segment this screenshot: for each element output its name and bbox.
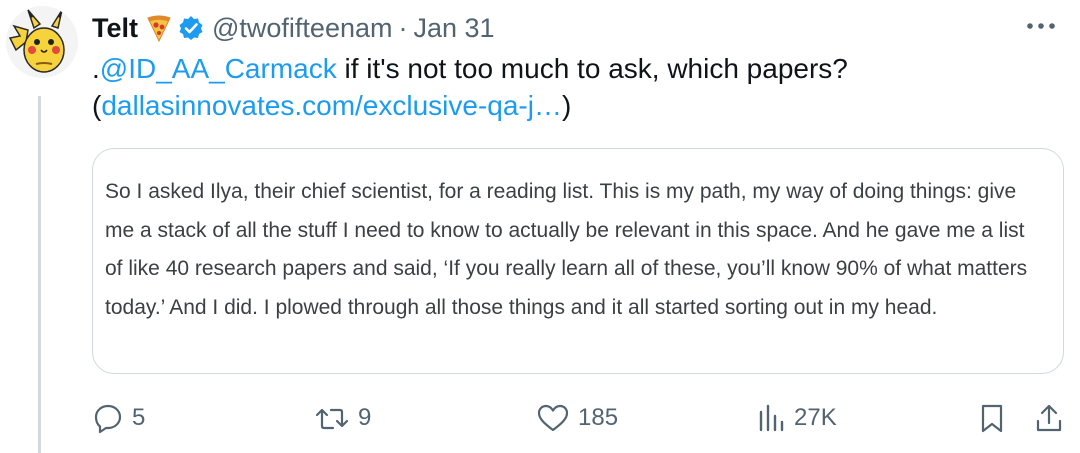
retweet-button[interactable]: 9 xyxy=(314,396,371,440)
tweet-text-prefix: . xyxy=(92,53,100,84)
pikachu-avatar-icon xyxy=(6,6,78,78)
separator-dot: · xyxy=(398,12,408,43)
more-options-icon[interactable] xyxy=(1023,14,1059,38)
retweet-icon xyxy=(314,402,350,434)
tweet-date[interactable]: Jan 31 xyxy=(413,13,494,44)
action-bar: 5 9 185 27K xyxy=(92,396,1067,440)
views-count: 27K xyxy=(794,404,837,431)
analytics-icon xyxy=(756,402,786,434)
handle[interactable]: @twofifteenam xyxy=(212,13,392,44)
mention-link[interactable]: @ID_AA_Carmack xyxy=(100,53,337,84)
tweet-text: .@ID_AA_Carmack if it's not too much to … xyxy=(92,50,1052,124)
reply-button[interactable]: 5 xyxy=(92,396,145,440)
share-button[interactable] xyxy=(1034,396,1064,440)
like-button[interactable]: 185 xyxy=(536,396,618,440)
bookmark-button[interactable] xyxy=(978,396,1006,440)
views-button[interactable]: 27K xyxy=(756,396,837,440)
share-icon xyxy=(1034,402,1064,434)
quote-card[interactable]: So I asked Ilya, their chief scientist, … xyxy=(92,148,1064,374)
link-open-paren: ( xyxy=(92,90,102,121)
thread-connector-line xyxy=(38,96,41,453)
reply-count: 5 xyxy=(132,404,146,431)
link-close-paren: ) xyxy=(561,90,572,121)
quote-text: So I asked Ilya, their chief scientist, … xyxy=(105,180,1028,319)
reply-icon xyxy=(92,402,124,434)
display-name[interactable]: Telt xyxy=(92,13,138,44)
external-link[interactable]: dallasinnovates.com/exclusive-qa-j… xyxy=(101,90,562,121)
bookmark-icon xyxy=(978,402,1006,434)
tweet-text-body: if it's not too much to ask, which paper… xyxy=(336,53,848,84)
heart-icon xyxy=(536,402,570,434)
avatar[interactable] xyxy=(6,6,78,78)
retweet-count: 9 xyxy=(358,404,372,431)
tweet-header: Telt @twofifteenam · Jan 31 xyxy=(92,8,495,48)
verified-badge-icon xyxy=(178,15,204,41)
like-count: 185 xyxy=(578,404,619,431)
pizza-icon xyxy=(146,14,172,42)
